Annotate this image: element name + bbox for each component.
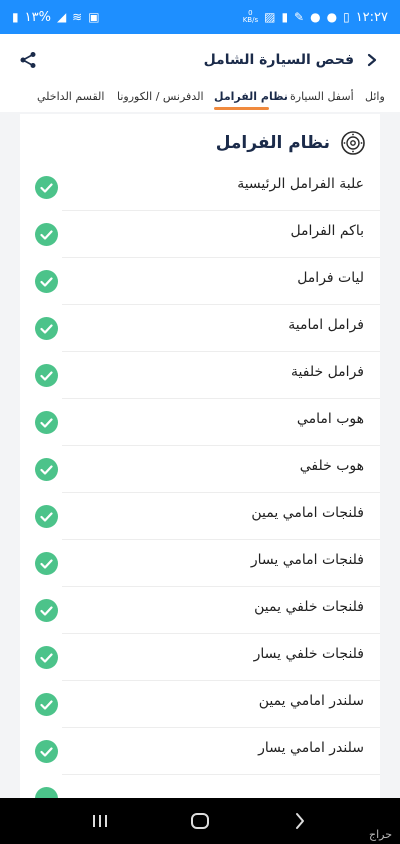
back-chevron-icon[interactable] [362,50,382,70]
list-item: فلنجات امامي يمين [20,493,380,540]
check-icon [35,458,58,481]
status-bar: ▮ ١٣% ◢ ≋ ▣ 0 KB/s ▨ ▮ ✎ ● ● ▯ ١٢:٢٧ [0,0,400,34]
item-label: علبة الفرامل الرئيسية [237,176,364,192]
item-label: فلنجات امامي يمين [251,505,364,521]
list-item: علبة الفرامل الرئيسية [20,164,380,211]
tab-0[interactable]: وائل [365,90,385,103]
check-icon [35,787,58,798]
item-label: هوب خلفي [299,458,364,474]
home-button[interactable] [185,806,215,836]
brake-disc-icon [341,131,365,155]
gallery-icon: ▨ [264,10,276,24]
net-speed-label: KB/s [242,16,259,24]
list-item: باكم الفرامل [20,211,380,258]
share-icon[interactable] [18,50,38,70]
check-icon [35,411,58,434]
battery-icon: ▮ [12,10,19,24]
check-icon [35,270,58,293]
tab-bar: وائل أسفل السيارة نظام الفرامل الدفرنس /… [0,86,400,112]
back-button[interactable] [285,806,315,836]
check-icon [35,693,58,716]
list-item: هوب خلفي [20,446,380,493]
list-item: ليات فرامل [20,258,380,305]
check-icon [35,364,58,387]
facebook-icon: ● [310,10,321,24]
battery-percent: ١٣% [24,9,51,25]
tab-4[interactable]: القسم الداخلي [37,90,104,103]
sim-icon: ▯ [343,10,350,24]
recents-button[interactable] [85,806,115,836]
system-nav-bar [0,798,400,844]
check-icon [35,317,58,340]
tab-1[interactable]: أسفل السيارة [290,90,354,103]
list-item: سلندر امامي يمين [20,681,380,728]
item-label: فلنجات امامي يسار [250,552,364,568]
check-icon [35,505,58,528]
tool-icon: ✎ [294,10,305,24]
tab-brakes[interactable]: نظام الفرامل [214,90,288,103]
item-label: فرامل امامية [288,317,364,333]
check-icon [35,176,58,199]
signal-icon: ◢ [56,10,67,24]
check-icon [35,223,58,246]
clock: ١٢:٢٧ [355,9,388,25]
list-item: فلنجات خلفي يسار [20,634,380,681]
status-left: ▮ ١٣% ◢ ≋ ▣ [12,10,100,25]
item-label: فرامل خلفية [291,364,364,380]
stats-icon: ▮ [281,10,289,24]
watermark: حراج [368,828,392,841]
net-speed: 0 KB/s [243,10,258,24]
active-tab-indicator [214,107,269,110]
header-title-group: فحص السيارة الشامل [204,50,382,70]
status-right: 0 KB/s ▨ ▮ ✎ ● ● ▯ ١٢:٢٧ [243,10,388,25]
list-item: فرامل خلفية [20,352,380,399]
section-header: نظام الفرامل [216,130,366,156]
check-icon [35,599,58,622]
tab-3[interactable]: الدفرنس / الكورونا [117,90,204,103]
item-label: فلنجات خلفي يمين [254,599,364,615]
app-header: فحص السيارة الشامل [0,34,400,86]
inspection-card: نظام الفرامل علبة الفرامل الرئيسية باكم … [20,114,380,798]
section-title: نظام الفرامل [215,133,330,153]
wifi-icon: ≋ [72,10,83,24]
item-label: باكم الفرامل [290,223,364,239]
list-item: فرامل امامية [20,305,380,352]
item-label: هوب امامي [296,411,364,427]
item-label: سلندر امامي يمين [258,693,364,709]
check-icon [35,646,58,669]
list-item: فلنجات امامي يسار [20,540,380,587]
list-item: فلنجات خلفي يمين [20,587,380,634]
item-label: ليات فرامل [297,270,364,286]
list-item-partial [20,775,380,798]
item-label: فلنجات خلفي يسار [253,646,364,662]
item-label: سلندر امامي يسار [258,740,364,756]
nfc-icon: ▣ [88,10,100,24]
page-title: فحص السيارة الشامل [203,52,354,68]
check-icon [35,740,58,763]
check-icon [35,552,58,575]
list-item: هوب امامي [20,399,380,446]
whatsapp-icon: ● [326,10,338,24]
list-item: سلندر امامي يسار [20,728,380,775]
